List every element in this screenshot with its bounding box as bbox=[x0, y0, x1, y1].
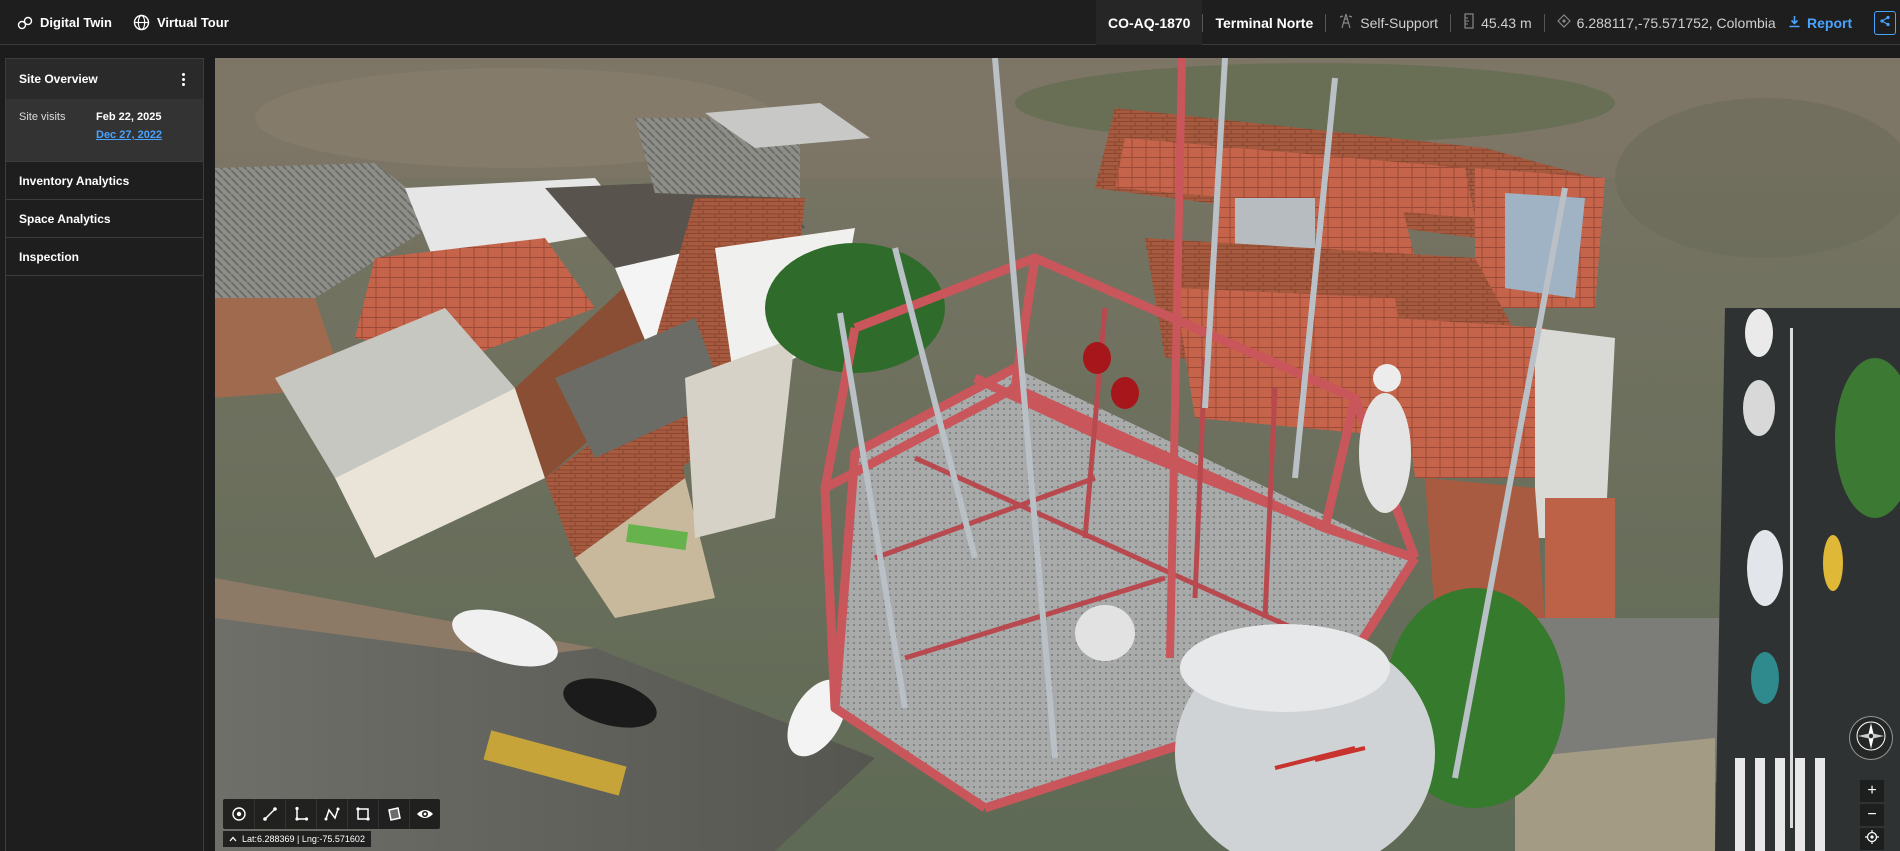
top-bar: Digital Twin Virtual Tour CO-AQ-1870 Ter… bbox=[0, 0, 1900, 45]
measure-toolbar bbox=[223, 799, 440, 829]
ruler-icon bbox=[1463, 13, 1475, 32]
sidebar-item-site-overview[interactable]: Site Overview bbox=[6, 59, 203, 99]
structure-type: Self-Support bbox=[1325, 13, 1450, 32]
crosshair-icon bbox=[1865, 829, 1879, 849]
nav-virtual-tour[interactable]: Virtual Tour bbox=[133, 0, 229, 45]
chevron-up-icon[interactable] bbox=[229, 834, 237, 844]
site-name: Terminal Norte bbox=[1202, 13, 1325, 32]
angle-tool-icon[interactable] bbox=[285, 799, 316, 829]
height-text: 45.43 m bbox=[1481, 14, 1532, 31]
visit-date-current[interactable]: Feb 22, 2025 bbox=[96, 111, 161, 123]
sidebar-item-space-analytics[interactable]: Space Analytics bbox=[6, 200, 203, 238]
visit-date-link[interactable]: Dec 27, 2022 bbox=[96, 129, 162, 141]
line-tool-icon[interactable] bbox=[254, 799, 285, 829]
nav-digital-twin-label: Digital Twin bbox=[40, 15, 112, 30]
3d-viewport[interactable]: Lat:6.288369 | Lng:-75.571602 + − bbox=[215, 58, 1900, 851]
location-text: 6.288117,-75.571752, Colombia bbox=[1576, 14, 1776, 31]
share-icon bbox=[1879, 14, 1891, 32]
location-target-icon bbox=[1556, 14, 1571, 31]
zoom-in-label: + bbox=[1867, 782, 1877, 799]
tower-icon bbox=[1338, 13, 1354, 32]
sidebar-item-inspection[interactable]: Inspection bbox=[6, 238, 203, 276]
compass-control[interactable] bbox=[1849, 716, 1893, 760]
site-visits-panel: Site visits Feb 22, 2025 Dec 27, 2022 bbox=[6, 99, 203, 162]
site-info-bar: CO-AQ-1870 Terminal Norte Self-Support 4… bbox=[1096, 0, 1788, 45]
zoom-out-label: − bbox=[1867, 806, 1877, 823]
structure-height: 45.43 m bbox=[1450, 13, 1544, 32]
locate-button[interactable] bbox=[1860, 828, 1884, 850]
sidebar: Site Overview Site visits Feb 22, 2025 D… bbox=[5, 58, 204, 851]
aerial-scene-image bbox=[215, 58, 1900, 851]
sidebar-item-label: Inspection bbox=[19, 249, 80, 264]
sidebar-item-label: Inventory Analytics bbox=[19, 173, 130, 188]
globe-icon bbox=[133, 14, 150, 31]
compass-icon bbox=[1855, 720, 1887, 757]
share-button[interactable] bbox=[1874, 11, 1896, 35]
area-tool-icon[interactable] bbox=[347, 799, 378, 829]
site-id: CO-AQ-1870 bbox=[1096, 0, 1203, 45]
coordinates-text: Lat:6.288369 | Lng:-75.571602 bbox=[242, 834, 365, 844]
point-tool-icon[interactable] bbox=[223, 799, 254, 829]
site-name-text: Terminal Norte bbox=[1215, 14, 1314, 31]
site-id-text: CO-AQ-1870 bbox=[1108, 14, 1191, 31]
polygon-tool-icon[interactable] bbox=[378, 799, 409, 829]
polyline-tool-icon[interactable] bbox=[316, 799, 347, 829]
site-location: 6.288117,-75.571752, Colombia bbox=[1543, 13, 1788, 32]
nav-virtual-tour-label: Virtual Tour bbox=[157, 15, 229, 30]
zoom-controls: + − bbox=[1860, 780, 1884, 850]
sidebar-item-inventory-analytics[interactable]: Inventory Analytics bbox=[6, 162, 203, 200]
sidebar-item-label: Space Analytics bbox=[19, 211, 111, 226]
report-label: Report bbox=[1807, 14, 1853, 31]
nav-digital-twin[interactable]: Digital Twin bbox=[17, 0, 112, 45]
structure-type-text: Self-Support bbox=[1360, 14, 1439, 31]
site-visits-label: Site visits bbox=[19, 111, 66, 123]
download-icon bbox=[1788, 15, 1801, 31]
zoom-out-button[interactable]: − bbox=[1860, 804, 1884, 826]
more-options-icon[interactable] bbox=[176, 71, 190, 87]
cursor-coordinates: Lat:6.288369 | Lng:-75.571602 bbox=[223, 831, 371, 847]
site-overview-label: Site Overview bbox=[19, 72, 98, 86]
link-icon bbox=[17, 15, 33, 31]
zoom-in-button[interactable]: + bbox=[1860, 780, 1884, 802]
visibility-eye-icon[interactable] bbox=[409, 799, 440, 829]
report-button[interactable]: Report bbox=[1788, 0, 1852, 45]
